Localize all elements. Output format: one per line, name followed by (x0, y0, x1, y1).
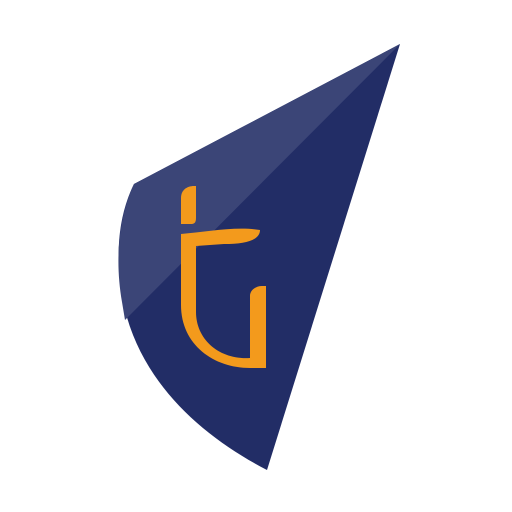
app-icon-canvas (0, 0, 512, 512)
sail-logo-icon (118, 44, 401, 470)
monogram-stem (181, 186, 196, 224)
